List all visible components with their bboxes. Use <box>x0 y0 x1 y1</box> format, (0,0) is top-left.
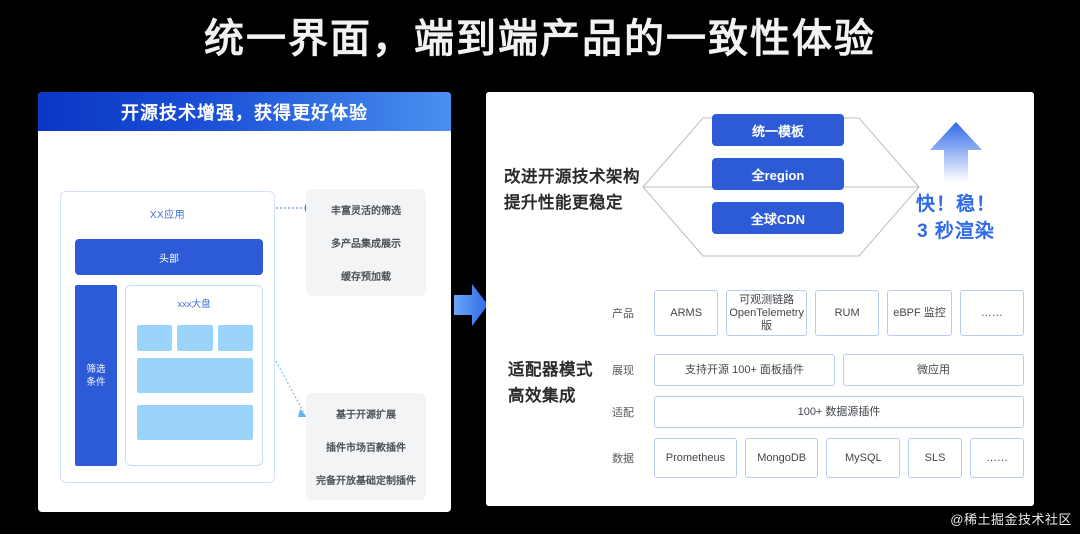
product-cell-rum[interactable]: RUM <box>814 290 880 336</box>
product-cell-more[interactable]: …… <box>959 290 1025 336</box>
dashboard-widget <box>177 325 213 351</box>
adapter-label: 适配器模式 高效集成 <box>508 357 593 409</box>
app-dashboard: xxx大盘 <box>125 285 263 466</box>
adapter-label-line1: 适配器模式 <box>508 361 593 379</box>
row-label-display: 展现 <box>612 365 634 377</box>
arrow-up-icon <box>930 122 982 182</box>
feature-line: 多产品集成展示 <box>331 239 401 250</box>
feature-line: 丰富灵活的筛选 <box>331 206 401 217</box>
display-cell-panel-plugins[interactable]: 支持开源 100+ 面板插件 <box>654 354 835 386</box>
page-title: 统一界面，端到端产品的一致性体验 <box>204 17 876 61</box>
connector-bottom <box>275 360 307 417</box>
watermark: @稀土掘金技术社区 <box>950 512 1072 527</box>
connector-top <box>276 204 309 212</box>
right-panel: 改进开源技术架构 提升性能更稳定 统一模板 全region 全球CDN 快！稳！… <box>486 92 1034 506</box>
architecture-label-line2: 提升性能更稳定 <box>504 194 623 212</box>
adapter-label-line2: 高效集成 <box>508 387 576 405</box>
row-display: 展现 支持开源 100+ 面板插件 微应用 <box>612 354 1024 386</box>
left-panel: 开源技术增强，获得更好体验 XX应用 头部 筛选 条件 xxx大盘 丰富灵活的筛… <box>38 92 451 512</box>
data-cell-mongodb[interactable]: MongoDB <box>744 438 819 478</box>
dashboard-widget <box>137 325 173 351</box>
row-data: 数据 Prometheus MongoDB MySQL SLS …… <box>612 438 1024 478</box>
data-cell-mysql[interactable]: MySQL <box>826 438 901 478</box>
feature-line: 缓存预加载 <box>341 272 391 283</box>
feature-box-plugin: 基于开源扩展 插件市场百款插件 完备开放基础定制插件 <box>306 393 426 500</box>
feature-box-filter: 丰富灵活的筛选 多产品集成展示 缓存预加载 <box>306 189 426 296</box>
app-filter-bar-line2: 条件 <box>86 376 106 388</box>
architecture-box: 全球CDN <box>712 202 844 234</box>
app-mock-title: XX应用 <box>149 210 186 221</box>
dashboard-widget-row-small <box>137 325 253 351</box>
arrow-right-icon <box>454 284 488 326</box>
row-cells-product: ARMS 可观测链路OpenTelemetry版 RUM eBPF 监控 …… <box>654 290 1025 336</box>
architecture-box: 统一模板 <box>712 114 844 146</box>
product-cell-opentelemetry[interactable]: 可观测链路OpenTelemetry版 <box>726 290 807 336</box>
row-cells-data: Prometheus MongoDB MySQL SLS …… <box>654 438 1024 478</box>
architecture-boxes: 统一模板 全region 全球CDN <box>712 114 844 234</box>
app-filter-bar: 筛选 条件 <box>75 285 117 466</box>
row-label-adapt: 适配 <box>612 407 634 419</box>
row-cells-adapt: 100+ 数据源插件 <box>654 396 1024 428</box>
architecture-box: 全region <box>712 158 844 190</box>
app-filter-bar-line1: 筛选 <box>86 363 106 375</box>
feature-line: 插件市场百款插件 <box>326 443 406 454</box>
row-product: 产品 ARMS 可观测链路OpenTelemetry版 RUM eBPF 监控 … <box>612 290 1025 336</box>
data-cell-prometheus[interactable]: Prometheus <box>654 438 737 478</box>
row-cells-display: 支持开源 100+ 面板插件 微应用 <box>654 354 1024 386</box>
feature-line: 基于开源扩展 <box>336 410 396 421</box>
row-label-data: 数据 <box>612 453 634 465</box>
speed-result-line2: 3 秒渲染 <box>917 221 995 242</box>
architecture-label: 改进开源技术架构 提升性能更稳定 <box>504 164 640 216</box>
dashboard-widget-wide <box>137 358 253 393</box>
dashboard-widget <box>217 325 253 351</box>
display-cell-micro-app[interactable]: 微应用 <box>843 354 1024 386</box>
app-dashboard-title: xxx大盘 <box>177 299 211 310</box>
data-cell-sls[interactable]: SLS <box>908 438 963 478</box>
app-mock: XX应用 头部 筛选 条件 xxx大盘 <box>60 191 275 483</box>
speed-result: 快！稳！ 3 秒渲染 <box>896 120 1016 245</box>
dashboard-widget-wide <box>137 405 253 440</box>
left-panel-body: XX应用 头部 筛选 条件 xxx大盘 丰富灵活的筛选 多产品集成展示 缓存预加… <box>38 131 451 512</box>
product-cell-ebpf[interactable]: eBPF 监控 <box>887 290 952 336</box>
feature-line: 完备开放基础定制插件 <box>316 476 416 487</box>
speed-result-line1: 快！稳！ <box>915 194 996 215</box>
row-adapt: 适配 100+ 数据源插件 <box>612 396 1024 428</box>
row-label-product: 产品 <box>612 308 634 320</box>
architecture-label-line1: 改进开源技术架构 <box>504 168 640 186</box>
adapt-cell-datasource-plugins[interactable]: 100+ 数据源插件 <box>654 396 1024 428</box>
left-panel-header: 开源技术增强，获得更好体验 <box>38 92 451 131</box>
product-cell-arms[interactable]: ARMS <box>654 290 719 336</box>
app-header-bar: 头部 <box>75 239 263 275</box>
data-cell-more[interactable]: …… <box>970 438 1024 478</box>
